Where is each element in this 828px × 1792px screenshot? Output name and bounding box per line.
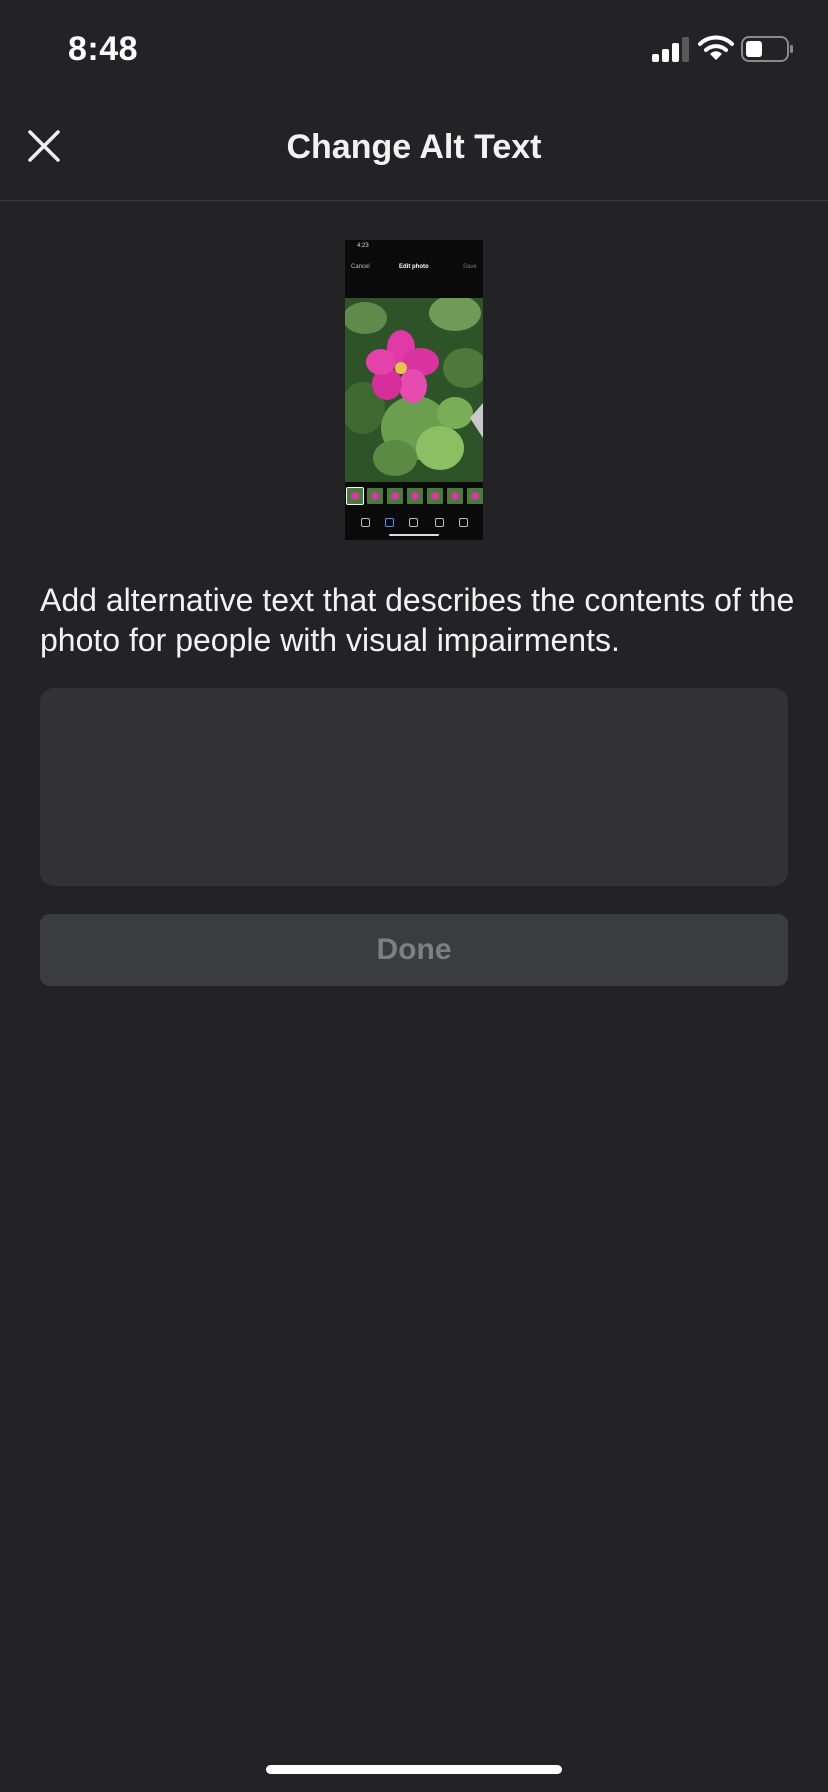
flower-photo [345, 298, 483, 482]
thumbnail-header: Cancel Edit photo Save [345, 258, 483, 278]
home-indicator [266, 1765, 562, 1774]
nav-bar: Change Alt Text [0, 100, 828, 201]
thumbnail-toolbar [345, 516, 483, 530]
thumbnail-save-label: Save [463, 264, 477, 270]
thumbnail-title: Edit photo [399, 264, 429, 270]
page-title: Change Alt Text [286, 128, 542, 166]
done-button[interactable]: Done [40, 914, 788, 986]
battery-icon [741, 36, 793, 62]
thumbnail-home-bar [389, 534, 439, 536]
thumbnail-status-bar: 4:23 [345, 240, 483, 254]
alt-text-description: Add alternative text that describes the … [40, 582, 795, 658]
status-time: 8:48 [68, 30, 139, 68]
signal-icon [652, 36, 690, 62]
alt-text-input[interactable] [40, 688, 788, 886]
thumbnail-cancel-label: Cancel [351, 264, 370, 270]
photo-thumbnail: 4:23 Cancel Edit photo Save [345, 240, 483, 540]
status-bar: 8:48 [0, 0, 828, 100]
thumbnail-filter-strip [345, 487, 483, 508]
wifi-icon [698, 35, 734, 60]
thumbnail-status-time: 4:23 [357, 243, 369, 249]
